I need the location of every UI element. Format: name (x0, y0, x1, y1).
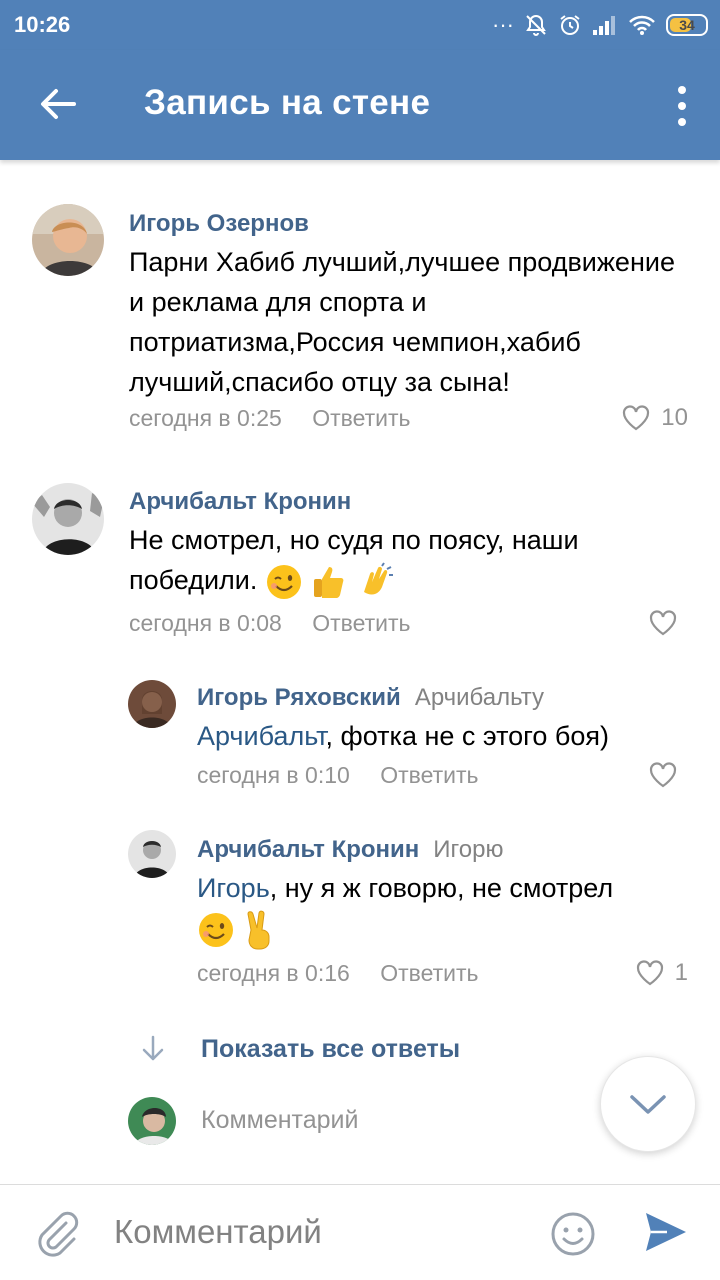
comment-time: сегодня в 0:16 (197, 960, 350, 986)
status-icons: ··· 34 (492, 10, 708, 40)
comment-text: Арчибальт, фотка не с этого боя) (197, 716, 687, 756)
battery-icon: 34 (666, 14, 708, 36)
reply-button[interactable]: Ответить (380, 960, 478, 986)
comment-author-line: Арчибальт Кронин Игорю (197, 836, 503, 864)
muted-bell-icon (526, 14, 546, 36)
comment-item: Арчибальт Кронин Не смотрел, но судя по … (0, 480, 720, 650)
comment-text: Игорь, ну я ж говорю, не смотрел (197, 868, 687, 950)
comment-text: Парни Хабиб лучший,лучшее продвижение и … (129, 247, 675, 397)
comment-meta: сегодня в 0:16 Ответить (197, 960, 479, 987)
signal-icon (593, 16, 615, 35)
comment-text-body: , ну я ж говорю, не смотрел (269, 873, 614, 903)
heart-icon (636, 960, 663, 986)
comment-input[interactable]: Комментарий (114, 1213, 322, 1251)
my-avatar (128, 1097, 176, 1145)
wink-emoji (199, 912, 233, 947)
victory-hand-emoji (247, 910, 270, 950)
comment-meta: сегодня в 0:25 Ответить (129, 405, 411, 432)
alarm-icon (560, 15, 580, 35)
comment-item: Игорь Озернов Парни Хабиб лучший,лучшее … (0, 200, 720, 440)
like-button[interactable] (648, 761, 688, 789)
heart-icon (623, 405, 650, 431)
comment-author[interactable]: Арчибальт Кронин (197, 836, 419, 863)
reply-item: Игорь Ряховский Арчибальту Арчибальт, фот… (0, 680, 720, 800)
show-all-replies-button[interactable]: Показать все ответы (0, 1030, 720, 1070)
mention-link[interactable]: Арчибальт (197, 721, 326, 751)
avatar[interactable] (128, 830, 176, 878)
avatar[interactable] (32, 204, 104, 276)
reply-item: Арчибальт Кронин Игорю Игорь, ну я ж гово… (0, 830, 720, 1000)
like-button[interactable] (648, 609, 688, 637)
show-all-replies-label: Показать все ответы (201, 1035, 461, 1063)
comment-meta: сегодня в 0:08 Ответить (129, 610, 411, 637)
reply-button[interactable]: Ответить (312, 405, 410, 431)
more-dots-icon: ··· (492, 12, 514, 37)
comment-author-line: Игорь Ряховский Арчибальту (197, 684, 544, 712)
wifi-icon (629, 15, 655, 35)
arrow-down-icon (142, 1035, 164, 1061)
like-count: 10 (661, 404, 688, 431)
heart-icon (649, 610, 677, 636)
comment-time: сегодня в 0:10 (197, 762, 350, 788)
scroll-down-button[interactable] (600, 1056, 696, 1152)
reply-to: Арчибальту (414, 684, 544, 711)
chevron-down-icon (630, 1095, 666, 1114)
reply-button[interactable]: Ответить (312, 610, 410, 636)
comment-time: сегодня в 0:08 (129, 610, 282, 636)
battery-level: 34 (679, 17, 695, 33)
emoji-smile-icon[interactable] (550, 1211, 596, 1257)
wink-emoji (266, 564, 301, 599)
status-time: 10:26 (14, 12, 71, 37)
comment-time: сегодня в 0:25 (129, 405, 282, 431)
reply-to: Игорю (433, 836, 504, 863)
reply-button[interactable]: Ответить (380, 762, 478, 788)
avatar[interactable] (128, 680, 176, 728)
comment-text: Не смотрел, но судя по поясу, наши побед… (129, 520, 689, 602)
comment-text-body: Не смотрел, но судя по поясу, наши побед… (129, 525, 579, 595)
inline-reply-placeholder: Комментарий (201, 1106, 359, 1134)
app-bar: Запись на стене (0, 50, 720, 160)
like-button[interactable]: 10 (621, 404, 688, 432)
overflow-menu-icon[interactable] (672, 86, 692, 126)
comment-author[interactable]: Арчибальт Кронин (129, 488, 351, 516)
heart-icon (649, 762, 677, 788)
like-count: 1 (674, 959, 688, 986)
comment-composer: Комментарий (0, 1184, 720, 1280)
thumbs-up-emoji (314, 566, 344, 598)
clapping-hands-emoji (363, 562, 393, 595)
page-title: Запись на стене (144, 83, 431, 122)
mention-link[interactable]: Игорь (197, 873, 270, 903)
avatar[interactable] (32, 483, 104, 555)
status-bar: 10:26 ··· 34 (0, 0, 720, 50)
like-button[interactable]: 1 (635, 959, 688, 987)
send-icon[interactable] (642, 1209, 688, 1255)
comment-text-body: , фотка не с этого боя) (325, 721, 610, 751)
paperclip-icon[interactable] (34, 1209, 80, 1259)
comment-author[interactable]: Игорь Ряховский (197, 684, 401, 711)
back-arrow-icon[interactable] (34, 80, 82, 128)
comment-author[interactable]: Игорь Озернов (129, 210, 309, 238)
comment-meta: сегодня в 0:10 Ответить (197, 762, 479, 789)
